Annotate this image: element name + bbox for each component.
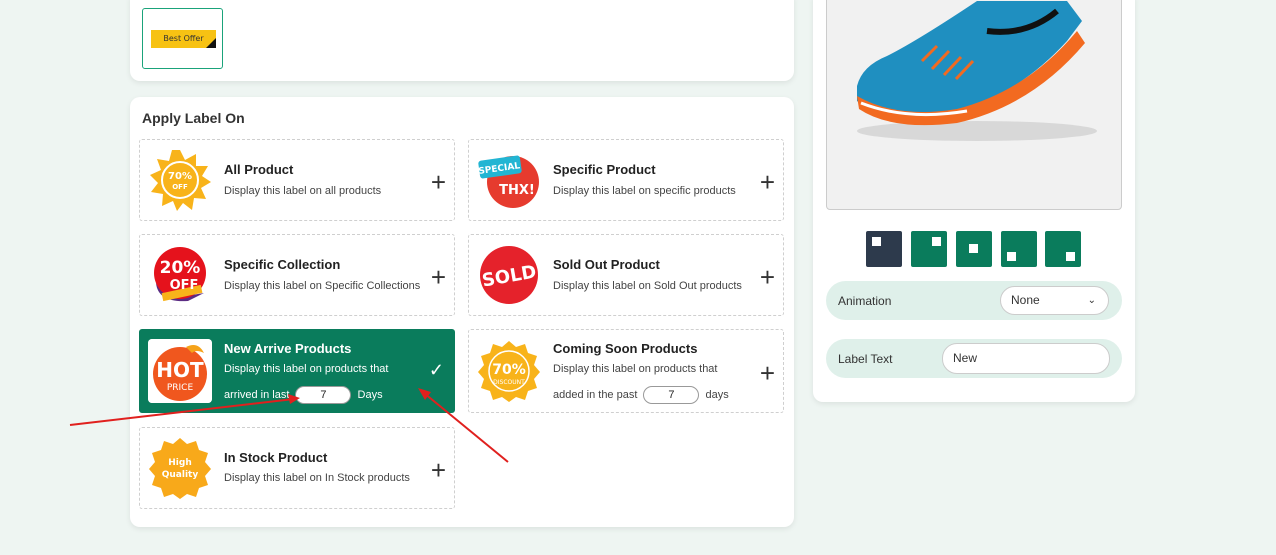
days-row: arrived in last 7 Days	[224, 386, 383, 404]
days-input[interactable]: 7	[643, 386, 700, 404]
apply-label-title: Apply Label On	[142, 110, 245, 126]
add-plus-icon[interactable]: +	[431, 264, 446, 290]
option-desc: Display this label on In Stock products	[224, 472, 410, 484]
label-text-row: Label Text New	[826, 339, 1122, 378]
apply-label-card: Apply Label On 70% OFF All Product Displ…	[130, 97, 794, 527]
option-name: New Arrive Products	[224, 341, 352, 356]
position-dot-icon	[1066, 252, 1075, 261]
days-row: added in the past 7 days	[553, 386, 729, 404]
seventy-discount-badge-icon: 70% DISCOUNT	[478, 341, 540, 402]
add-plus-icon[interactable]: +	[760, 169, 775, 195]
option-name: Sold Out Product	[553, 257, 660, 272]
option-coming-soon-products[interactable]: 70% DISCOUNT Coming Soon Products Displa…	[468, 329, 784, 413]
label-style-card: Best Offer	[130, 0, 794, 81]
preview-panel: Animation None ⌄ Label Text New	[813, 0, 1135, 402]
label-text-input[interactable]: New	[942, 343, 1110, 374]
option-specific-product[interactable]: SPECIAL THX! Specific Product Display th…	[468, 139, 784, 221]
days-suffix-text: Days	[357, 388, 383, 401]
svg-text:THX!: THX!	[499, 183, 535, 198]
days-prefix-text: added in the past	[553, 388, 638, 401]
add-plus-icon[interactable]: +	[760, 264, 775, 290]
position-top-left-button[interactable]	[866, 231, 902, 267]
svg-text:70%: 70%	[168, 171, 192, 182]
sneaker-image	[857, 1, 1097, 141]
option-name: Coming Soon Products	[553, 341, 698, 356]
position-dot-icon	[969, 244, 978, 253]
svg-text:High: High	[168, 458, 191, 468]
option-sold-out-product[interactable]: SOLD Sold Out Product Display this label…	[468, 234, 784, 316]
position-center-button[interactable]	[956, 231, 992, 267]
animation-row: Animation None ⌄	[826, 281, 1122, 320]
animation-select-value: None	[1011, 293, 1040, 307]
position-dot-icon	[932, 237, 941, 246]
option-desc: Display this label on products that	[224, 363, 389, 375]
product-preview-image	[826, 0, 1122, 210]
option-desc: Display this label on Sold Out products	[553, 280, 742, 292]
option-name: Specific Collection	[224, 257, 341, 272]
badge-thumbnail-best-offer[interactable]: Best Offer	[142, 8, 223, 69]
svg-text:PRICE: PRICE	[167, 383, 194, 393]
svg-text:OFF: OFF	[170, 278, 199, 293]
option-all-product[interactable]: 70% OFF All Product Display this label o…	[139, 139, 455, 221]
position-top-right-button[interactable]	[911, 231, 947, 267]
animation-select[interactable]: None ⌄	[1000, 286, 1109, 315]
option-new-arrive-products[interactable]: HOT PRICE New Arrive Products Display th…	[139, 329, 455, 413]
position-bottom-right-button[interactable]	[1045, 231, 1081, 267]
chevron-down-icon: ⌄	[1087, 295, 1096, 306]
hot-price-badge-icon: HOT PRICE	[148, 339, 212, 403]
option-desc: Display this label on all products	[224, 185, 382, 197]
svg-text:Quality: Quality	[162, 470, 199, 480]
sold-stamp-icon: SOLD	[480, 246, 538, 304]
checkmark-icon: ✓	[428, 360, 444, 380]
option-name: All Product	[224, 162, 294, 177]
svg-text:DISCOUNT: DISCOUNT	[493, 379, 525, 386]
best-offer-tag: Best Offer	[151, 30, 216, 48]
position-dot-icon	[1007, 252, 1016, 261]
days-prefix-text: arrived in last	[224, 388, 290, 401]
position-dot-icon	[872, 237, 881, 246]
position-bottom-left-button[interactable]	[1001, 231, 1037, 267]
svg-text:OFF: OFF	[172, 183, 188, 191]
add-plus-icon[interactable]: +	[431, 169, 446, 195]
twenty-off-badge-icon: 20% OFF	[154, 247, 206, 302]
seventy-off-burst-icon: 70% OFF	[150, 150, 211, 211]
option-specific-collection[interactable]: 20% OFF Specific Collection Display this…	[139, 234, 455, 316]
svg-text:70%: 70%	[492, 362, 526, 378]
high-quality-seal-icon: High Quality	[149, 438, 211, 499]
option-name: In Stock Product	[224, 450, 328, 465]
option-name: Specific Product	[553, 162, 656, 177]
option-desc: Display this label on specific products	[553, 185, 736, 197]
label-text-label: Label Text	[838, 352, 893, 366]
option-desc: Display this label on Specific Collectio…	[224, 280, 421, 292]
option-in-stock-product[interactable]: High Quality In Stock Product Display th…	[139, 427, 455, 509]
animation-label: Animation	[838, 294, 892, 308]
option-desc: Display this label on products that	[553, 363, 718, 375]
svg-text:HOT: HOT	[156, 358, 204, 382]
special-thx-badge-icon: SPECIAL THX!	[478, 155, 539, 208]
days-input[interactable]: 7	[295, 386, 352, 404]
svg-text:20%: 20%	[160, 258, 201, 278]
add-plus-icon[interactable]: +	[760, 360, 775, 386]
days-suffix-text: days	[705, 388, 729, 401]
add-plus-icon[interactable]: +	[431, 457, 446, 483]
